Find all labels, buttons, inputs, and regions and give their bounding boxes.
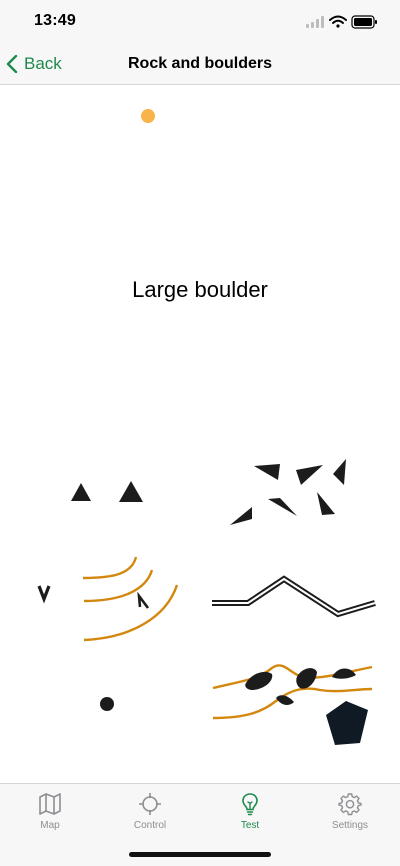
rocky-pit-contour-symbol (37, 556, 179, 642)
battery-icon (351, 15, 377, 29)
signal-icon (306, 16, 324, 28)
home-indicator (129, 852, 271, 857)
crosshair-icon (139, 793, 161, 815)
status-icons (306, 15, 377, 29)
tab-map[interactable]: Map (0, 792, 100, 831)
tab-test-label: Test (240, 820, 260, 831)
map-icon (39, 793, 61, 815)
boulders-on-contours-symbol (212, 664, 373, 745)
tab-control-label: Control (133, 820, 167, 831)
status-bar: 13:49 (0, 0, 400, 44)
lightbulb-icon (242, 793, 258, 816)
boulder-field-symbol (230, 459, 346, 525)
small-boulder-symbol (100, 697, 114, 711)
tab-test[interactable]: Test (200, 792, 300, 831)
answer-option-passable-rock-face[interactable] (210, 565, 380, 660)
wifi-icon (329, 15, 347, 28)
page-title: Rock and boulders (127, 55, 273, 72)
answer-option-boulders-on-contours[interactable] (210, 655, 380, 750)
boulder-pair-symbol (71, 481, 143, 502)
question-text: Large boulder (132, 277, 268, 302)
passable-rock-face-symbol (212, 575, 376, 618)
progress-dot (141, 109, 155, 123)
tab-control[interactable]: Control (100, 792, 200, 831)
gear-icon (338, 793, 362, 816)
answer-option-small-boulder[interactable] (28, 655, 198, 750)
answer-option-boulder-field[interactable] (220, 450, 390, 545)
answer-option-rocky-pit[interactable] (28, 548, 198, 643)
tab-settings[interactable]: Settings (300, 792, 400, 831)
status-time: 13:49 (34, 12, 76, 29)
tab-settings-label: Settings (331, 820, 369, 831)
answer-option-boulder-pair[interactable] (28, 450, 198, 545)
navigation-bar: Back Rock and boulders (0, 44, 400, 85)
tab-map-label: Map (40, 820, 60, 831)
